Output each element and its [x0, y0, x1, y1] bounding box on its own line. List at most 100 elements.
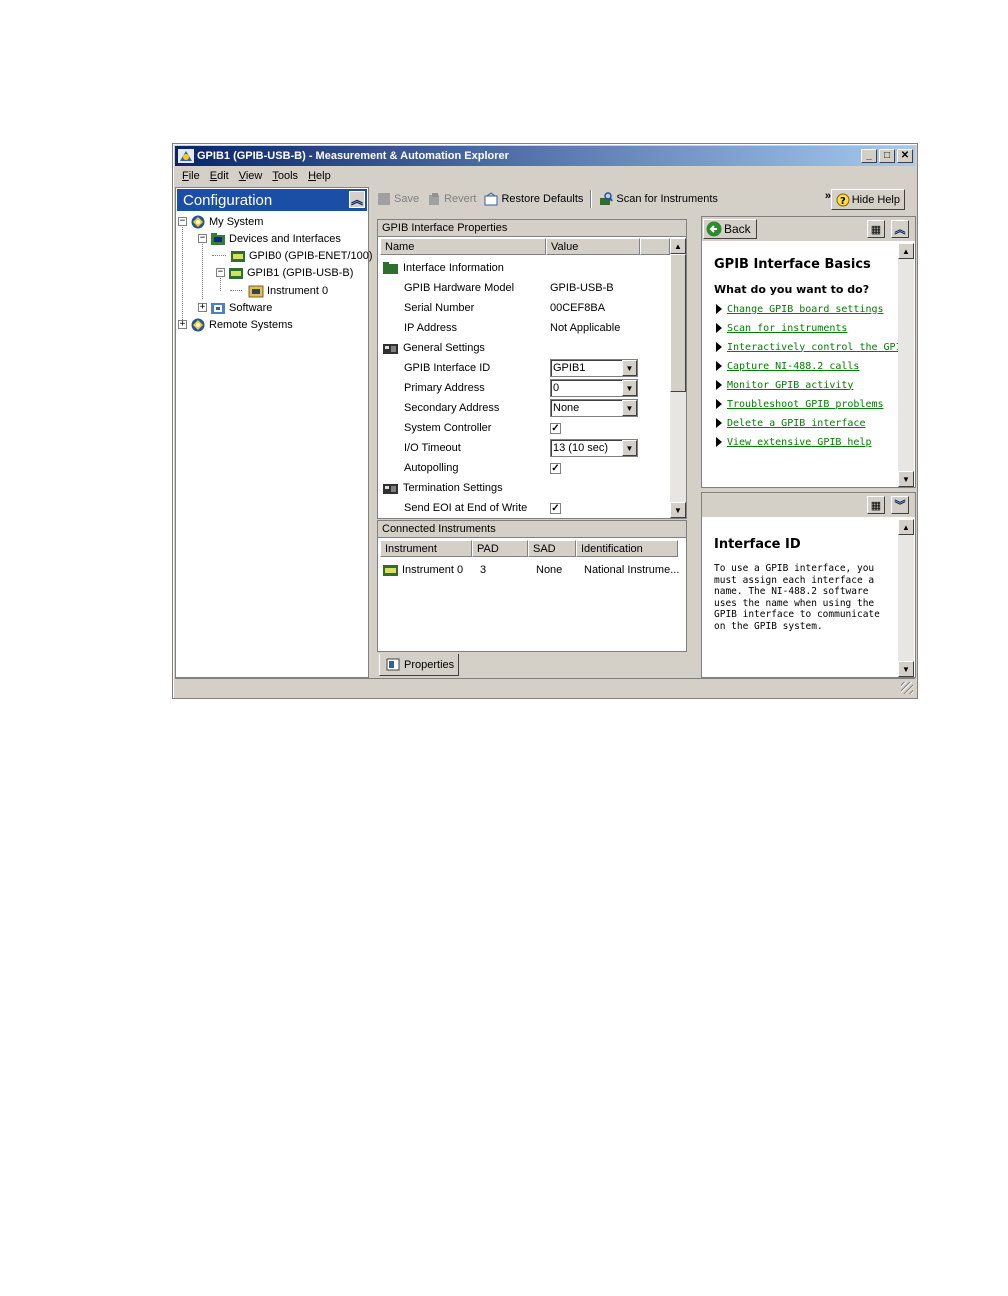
- scroll-down-arrow-icon[interactable]: ▼: [670, 502, 686, 518]
- primary-address-select[interactable]: 0 ▼: [550, 379, 638, 397]
- scan-for-instruments-button[interactable]: Scan for Instruments: [595, 188, 722, 210]
- scroll-up-arrow-icon[interactable]: ▲: [898, 243, 914, 259]
- help-link[interactable]: Troubleshoot GPIB problems: [716, 396, 884, 412]
- dropdown-arrow-icon[interactable]: ▼: [622, 360, 637, 376]
- tree-label: Remote Systems: [209, 318, 293, 331]
- bullet-arrow-icon: [716, 399, 722, 409]
- property-row: GPIB Hardware Model GPIB-USB-B: [378, 278, 666, 298]
- table-row[interactable]: Instrument 0: [382, 560, 463, 580]
- link-text[interactable]: Delete a GPIB interface: [727, 418, 865, 429]
- expand-toggle[interactable]: +: [178, 320, 187, 329]
- property-label: Secondary Address: [404, 402, 500, 414]
- collapse-chevron-icon[interactable]: ︽: [891, 220, 909, 238]
- configuration-title: Configuration: [183, 191, 273, 209]
- collapse-chevron-icon[interactable]: ︽: [349, 191, 365, 208]
- mae-app-icon: [178, 149, 194, 163]
- close-button[interactable]: ✕: [897, 149, 913, 163]
- help-window-icon[interactable]: ▦: [867, 220, 885, 238]
- tree-label: My System: [209, 215, 264, 228]
- maximize-button[interactable]: □: [879, 149, 895, 163]
- scan-icon: [600, 192, 614, 205]
- help-link[interactable]: Scan for instruments: [716, 320, 847, 336]
- dropdown-arrow-icon[interactable]: ▼: [622, 380, 637, 396]
- column-header-pad[interactable]: PAD: [472, 540, 528, 557]
- help-link[interactable]: Interactively control the GPIB: [716, 339, 908, 355]
- help-link[interactable]: Change GPIB board settings: [716, 301, 884, 317]
- secondary-address-select[interactable]: None ▼: [550, 399, 638, 417]
- help-link[interactable]: Monitor GPIB activity: [716, 377, 853, 393]
- category-interface-information[interactable]: Interface Information: [378, 258, 666, 278]
- help-link[interactable]: View extensive GPIB help: [716, 434, 872, 450]
- help-window-icon[interactable]: ▦: [867, 496, 885, 514]
- scroll-up-arrow-icon[interactable]: ▲: [670, 238, 686, 254]
- send-eoi-checkbox[interactable]: ✓: [550, 502, 561, 514]
- save-button[interactable]: Save: [373, 188, 423, 210]
- menu-edit[interactable]: Edit: [205, 170, 234, 182]
- properties-scrollbar[interactable]: ▲ ▼: [670, 238, 686, 518]
- link-text[interactable]: Monitor GPIB activity: [727, 380, 853, 391]
- category-general-settings[interactable]: General Settings: [378, 338, 666, 358]
- property-row: Send EOI at End of Write ✓: [378, 498, 666, 518]
- resize-grip-icon[interactable]: [901, 682, 913, 694]
- tree-item-gpib0[interactable]: GPIB0 (GPIB-ENET/100): [230, 247, 372, 264]
- property-row: System Controller ✓: [378, 418, 666, 438]
- autopolling-checkbox[interactable]: ✓: [550, 462, 561, 474]
- column-header-name[interactable]: Name: [380, 238, 546, 255]
- select-value: None: [553, 402, 580, 414]
- tree-item-software[interactable]: + Software: [198, 299, 272, 316]
- help-subtitle: What do you want to do?: [714, 283, 870, 296]
- scroll-up-arrow-icon[interactable]: ▲: [898, 519, 914, 535]
- scroll-down-arrow-icon[interactable]: ▼: [898, 471, 914, 487]
- property-label: System Controller: [404, 422, 492, 434]
- help-link[interactable]: Delete a GPIB interface: [716, 415, 865, 431]
- menu-help[interactable]: Help: [303, 170, 336, 182]
- link-text[interactable]: Troubleshoot GPIB problems: [727, 399, 884, 410]
- column-header-sad[interactable]: SAD: [528, 540, 576, 557]
- gpib-interface-id-select[interactable]: GPIB1 ▼: [550, 359, 638, 377]
- back-arrow-icon: [706, 221, 722, 237]
- link-text[interactable]: Interactively control the GPIB: [727, 342, 908, 353]
- hide-help-button[interactable]: ? Hide Help: [830, 189, 905, 210]
- scroll-thumb[interactable]: [670, 254, 686, 392]
- title-bar[interactable]: GPIB1 (GPIB-USB-B) - Measurement & Autom…: [175, 146, 915, 166]
- system-controller-checkbox[interactable]: ✓: [550, 422, 561, 434]
- menu-file[interactable]: File: [177, 170, 205, 182]
- dropdown-arrow-icon[interactable]: ▼: [622, 400, 637, 416]
- column-header-value[interactable]: Value: [546, 238, 640, 255]
- collapse-toggle[interactable]: −: [198, 234, 207, 243]
- collapse-toggle[interactable]: −: [178, 217, 187, 226]
- revert-button[interactable]: Revert: [423, 188, 480, 210]
- expand-chevron-icon[interactable]: ︾: [891, 496, 909, 514]
- io-timeout-select[interactable]: 13 (10 sec) ▼: [550, 439, 638, 457]
- tab-properties[interactable]: Properties: [379, 654, 459, 676]
- dropdown-arrow-icon[interactable]: ▼: [622, 440, 637, 456]
- menu-view[interactable]: View: [234, 170, 268, 182]
- help-link[interactable]: Capture NI-488.2 calls: [716, 358, 859, 374]
- tree-item-my-system[interactable]: − My System: [178, 213, 263, 230]
- status-bar: [175, 678, 915, 696]
- link-text[interactable]: Scan for instruments: [727, 323, 847, 334]
- help-scrollbar[interactable]: ▲ ▼: [898, 243, 914, 487]
- restore-defaults-button[interactable]: Restore Defaults: [480, 188, 587, 210]
- tree-item-gpib1[interactable]: − GPIB1 (GPIB-USB-B): [216, 264, 353, 281]
- help-scrollbar[interactable]: ▲ ▼: [898, 519, 914, 677]
- link-text[interactable]: Capture NI-488.2 calls: [727, 361, 859, 372]
- category-termination-settings[interactable]: Termination Settings: [378, 478, 666, 498]
- help-question-icon: ?: [836, 193, 850, 207]
- link-text[interactable]: View extensive GPIB help: [727, 437, 872, 448]
- expand-toggle[interactable]: +: [198, 303, 207, 312]
- minimize-button[interactable]: _: [861, 149, 877, 163]
- tree-item-instrument-0[interactable]: Instrument 0: [248, 282, 328, 299]
- tree-item-devices-and-interfaces[interactable]: − Devices and Interfaces: [198, 230, 341, 247]
- property-value: GPIB-USB-B: [550, 282, 614, 294]
- scroll-down-arrow-icon[interactable]: ▼: [898, 661, 914, 677]
- column-header-instrument[interactable]: Instrument: [380, 540, 472, 557]
- tree-item-remote-systems[interactable]: + Remote Systems: [178, 316, 293, 333]
- link-text[interactable]: Change GPIB board settings: [727, 304, 884, 315]
- collapse-toggle[interactable]: −: [216, 268, 225, 277]
- toolbar-separator: [590, 190, 593, 208]
- bullet-arrow-icon: [716, 437, 722, 447]
- column-header-identification[interactable]: Identification: [576, 540, 678, 557]
- menu-tools[interactable]: Tools: [267, 170, 303, 182]
- back-button[interactable]: Back: [703, 219, 757, 239]
